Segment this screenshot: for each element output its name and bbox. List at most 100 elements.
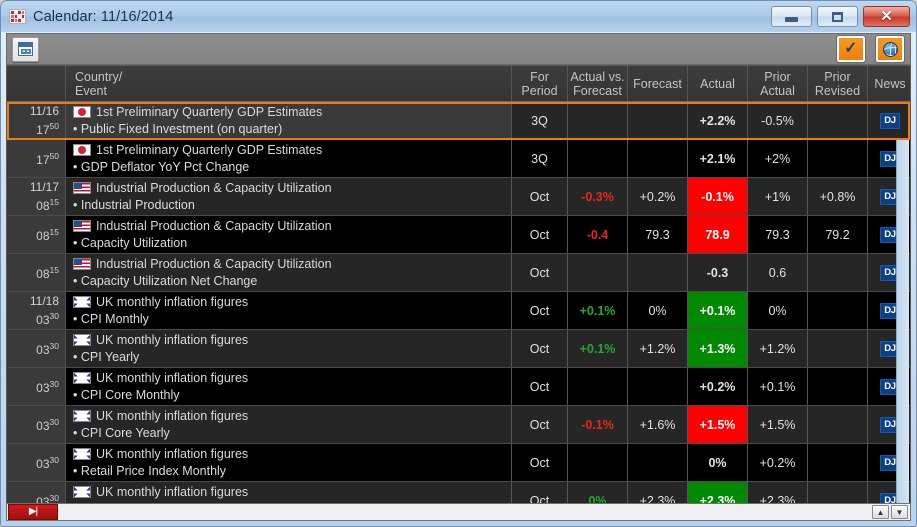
row-event: Industrial Production & Capacity Utiliza…	[66, 254, 512, 291]
row-datetime: 11/170815	[7, 178, 66, 215]
cell-actual-vs-forecast	[568, 444, 628, 481]
cell-prior-actual: +1%	[748, 178, 808, 215]
cell-forecast	[628, 368, 688, 405]
flag-jp-icon	[73, 106, 91, 118]
table-row[interactable]: 17501st Preliminary Quarterly GDP Estima…	[7, 140, 910, 178]
row-datetime: 1750	[7, 140, 66, 177]
globe-button[interactable]	[876, 36, 904, 62]
cell-prior-actual: 0.6	[748, 254, 808, 291]
table-row[interactable]: 0815 Industrial Production & Capacity Uti…	[7, 254, 910, 292]
row-time: 0815	[36, 263, 59, 282]
event-name: 1st Preliminary Quarterly GDP Estimates	[96, 142, 322, 159]
column-header-prior-actual[interactable]: Prior Actual	[748, 66, 808, 101]
scroll-up-button[interactable]: ▲	[872, 505, 889, 519]
cell-prior-revised	[808, 254, 868, 291]
table-row[interactable]: 0330UK monthly inflation figures• Retail…	[7, 482, 910, 505]
table-row[interactable]: 0815 Industrial Production & Capacity Uti…	[7, 216, 910, 254]
event-name: UK monthly inflation figures	[96, 446, 248, 463]
cell-actual: +0.1%	[688, 292, 748, 329]
maximize-button[interactable]	[817, 6, 858, 27]
title-bar[interactable]: Calendar: 11/16/2014 ✕	[1, 1, 916, 32]
cell-forecast: 79.3	[628, 216, 688, 253]
cell-prior-actual: +0.2%	[748, 444, 808, 481]
column-header-datetime[interactable]	[7, 66, 66, 101]
cell-actual-vs-forecast: 0%	[568, 482, 628, 505]
cell-prior-revised	[808, 444, 868, 481]
row-time: 0330	[36, 453, 59, 472]
toolbar: ✓	[6, 33, 911, 65]
flag-uk-icon	[73, 334, 91, 346]
cell-prior-revised	[808, 140, 868, 177]
row-event: 1st Preliminary Quarterly GDP Estimates•…	[66, 102, 512, 139]
row-datetime: 0330	[7, 406, 66, 443]
vertical-scrollbar[interactable]	[896, 103, 909, 503]
table-row[interactable]: 11/170815Industrial Production & Capacit…	[7, 178, 910, 216]
column-header-news[interactable]: News	[868, 66, 911, 101]
cell-prior-actual: 79.3	[748, 216, 808, 253]
table-row[interactable]: 11/180330UK monthly inflation figures• C…	[7, 292, 910, 330]
table-row[interactable]: 0330UK monthly inflation figures• CPI Co…	[7, 406, 910, 444]
cell-prior-actual: +2%	[748, 140, 808, 177]
cell-forecast: 0%	[628, 292, 688, 329]
cell-for-period: Oct	[512, 330, 568, 367]
event-subitem: • Public Fixed Investment (on quarter)	[73, 121, 511, 138]
cell-prior-revised	[808, 406, 868, 443]
event-name: UK monthly inflation figures	[96, 332, 248, 349]
event-subitem: • CPI Core Monthly	[73, 387, 511, 404]
column-header-event[interactable]: Country/ Event	[66, 66, 512, 101]
dj-news-badge[interactable]: DJ	[880, 113, 900, 129]
row-time: 0330	[36, 339, 59, 358]
row-event: 1st Preliminary Quarterly GDP Estimates•…	[66, 140, 512, 177]
flag-jp-icon	[73, 144, 91, 156]
cell-prior-revised	[808, 330, 868, 367]
column-header-prior-revised[interactable]: Prior Revised	[808, 66, 868, 101]
minimize-button[interactable]	[771, 6, 812, 27]
cell-actual: +1.5%	[688, 406, 748, 443]
cell-actual-vs-forecast: -0.1%	[568, 406, 628, 443]
scroll-down-icon: ▼	[896, 508, 904, 517]
event-name: UK monthly inflation figures	[96, 370, 248, 387]
row-datetime: 0330	[7, 482, 66, 505]
row-time: 0330	[36, 309, 59, 328]
table-row[interactable]: 0330 UK monthly inflation figures• CPI Co…	[7, 368, 910, 406]
row-event: UK monthly inflation figures• CPI Monthl…	[66, 292, 512, 329]
window-title: Calendar: 11/16/2014	[33, 9, 173, 25]
cell-actual-vs-forecast	[568, 254, 628, 291]
cell-actual: +2.2%	[688, 102, 748, 139]
cell-prior-revised	[808, 482, 868, 505]
cell-for-period: Oct	[512, 216, 568, 253]
grid-header: Country/ Event For Period Actual vs. For…	[7, 66, 910, 102]
scroll-down-button[interactable]: ▼	[891, 505, 908, 519]
table-row[interactable]: 0330 UK monthly inflation figures• Retail…	[7, 444, 910, 482]
flag-us-icon	[73, 182, 91, 194]
calendar-button[interactable]	[12, 37, 39, 62]
event-subitem: • Capacity Utilization Net Change	[73, 273, 511, 290]
column-header-forecast[interactable]: Forecast	[628, 66, 688, 101]
grid-rows: 11/1617501st Preliminary Quarterly GDP E…	[7, 102, 910, 505]
event-name: Industrial Production & Capacity Utiliza…	[96, 256, 332, 273]
row-event: UK monthly inflation figures• CPI Yearly	[66, 330, 512, 367]
column-header-actual-vs-forecast[interactable]: Actual vs. Forecast	[568, 66, 628, 101]
row-datetime: 0815	[7, 216, 66, 253]
cell-prior-revised: 79.2	[808, 216, 868, 253]
table-row[interactable]: 11/1617501st Preliminary Quarterly GDP E…	[7, 102, 910, 140]
row-time: 0330	[36, 377, 59, 396]
cell-for-period: Oct	[512, 482, 568, 505]
cell-forecast	[628, 140, 688, 177]
confirm-button[interactable]: ✓	[837, 36, 865, 62]
cell-news[interactable]: DJ	[868, 102, 911, 139]
column-header-actual[interactable]: Actual	[688, 66, 748, 101]
status-bar: ▶| ▲ ▼	[6, 503, 911, 521]
event-subitem: • Industrial Production	[73, 197, 511, 214]
table-row[interactable]: 0330 UK monthly inflation figures• CPI Ye…	[7, 330, 910, 368]
column-header-for-period[interactable]: For Period	[512, 66, 568, 101]
event-name: UK monthly inflation figures	[96, 294, 248, 311]
event-name: Industrial Production & Capacity Utiliza…	[96, 218, 332, 235]
close-button[interactable]: ✕	[863, 6, 910, 27]
go-to-end-button[interactable]: ▶|	[8, 504, 58, 520]
cell-actual-vs-forecast: -0.4	[568, 216, 628, 253]
cell-prior-revised	[808, 102, 868, 139]
cell-for-period: Oct	[512, 292, 568, 329]
event-subitem: • Retail Price Index Monthly	[73, 463, 511, 480]
cell-for-period: Oct	[512, 368, 568, 405]
